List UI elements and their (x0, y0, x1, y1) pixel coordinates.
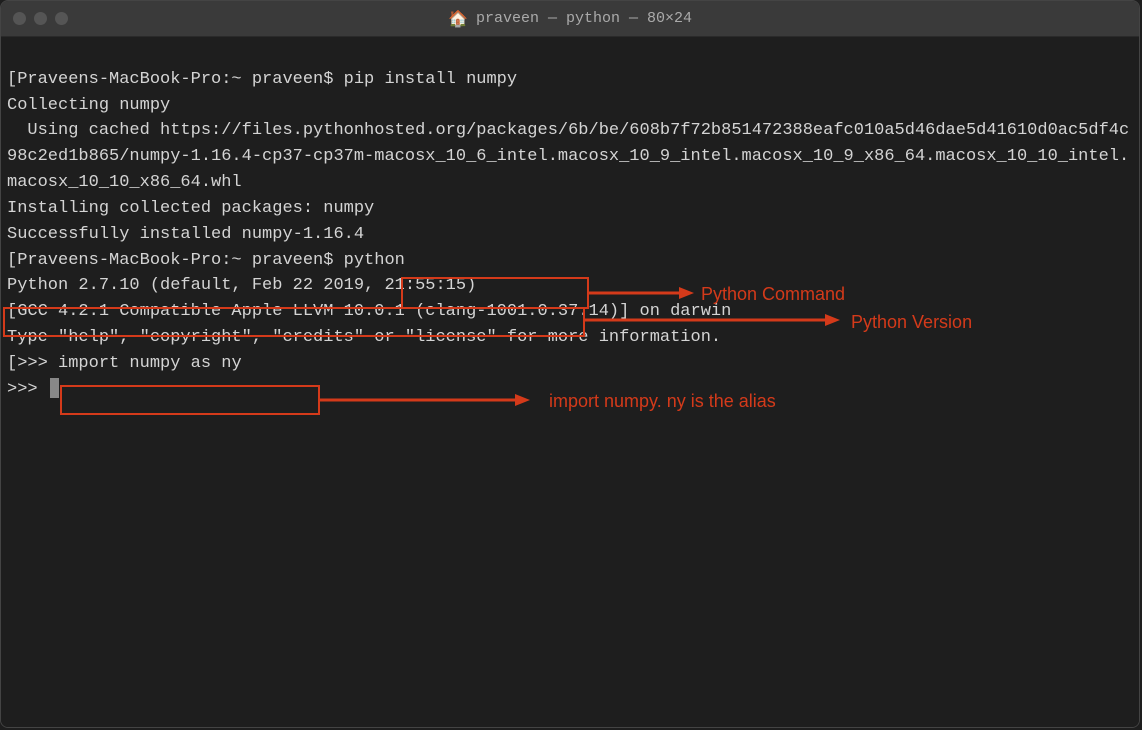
shell-prompt: [Praveens-MacBook-Pro:~ praveen$ (7, 70, 344, 89)
maximize-button[interactable] (55, 12, 68, 25)
terminal-output: Successfully installed numpy-1.16.4 (7, 222, 1133, 248)
traffic-lights (13, 12, 68, 25)
terminal-line: [>>> import numpy as ny (7, 351, 1133, 377)
terminal-output: Using cached https://files.pythonhosted.… (7, 118, 1133, 195)
cursor (50, 378, 59, 398)
shell-command: pip install numpy (344, 70, 517, 89)
python-prompt: [>>> (7, 354, 58, 373)
home-icon: 🏠 (448, 9, 468, 29)
terminal-output: Python 2.7.10 (default, Feb 22 2019, 21:… (7, 273, 1133, 299)
terminal-line: [Praveens-MacBook-Pro:~ praveen$ pip ins… (7, 67, 1133, 93)
window-title-text: praveen — python — 80×24 (476, 10, 692, 27)
close-button[interactable] (13, 12, 26, 25)
terminal-output: Installing collected packages: numpy (7, 196, 1133, 222)
terminal-line: >>> (7, 377, 1133, 403)
minimize-button[interactable] (34, 12, 47, 25)
terminal-line: [Praveens-MacBook-Pro:~ praveen$ python (7, 248, 1133, 274)
shell-prompt: [Praveens-MacBook-Pro:~ praveen$ (7, 251, 344, 270)
shell-command: python (344, 251, 405, 270)
python-command: import numpy as ny (58, 354, 242, 373)
terminal-output: Collecting numpy (7, 93, 1133, 119)
titlebar: 🏠 praveen — python — 80×24 (1, 1, 1139, 37)
python-prompt: >>> (7, 380, 48, 399)
terminal-output: Type "help", "copyright", "credits" or "… (7, 325, 1133, 351)
terminal-window: 🏠 praveen — python — 80×24 [Praveens-Mac… (0, 0, 1140, 728)
terminal-output: [GCC 4.2.1 Compatible Apple LLVM 10.0.1 … (7, 299, 1133, 325)
window-title: 🏠 praveen — python — 80×24 (448, 9, 692, 29)
terminal-content[interactable]: [Praveens-MacBook-Pro:~ praveen$ pip ins… (1, 37, 1139, 727)
